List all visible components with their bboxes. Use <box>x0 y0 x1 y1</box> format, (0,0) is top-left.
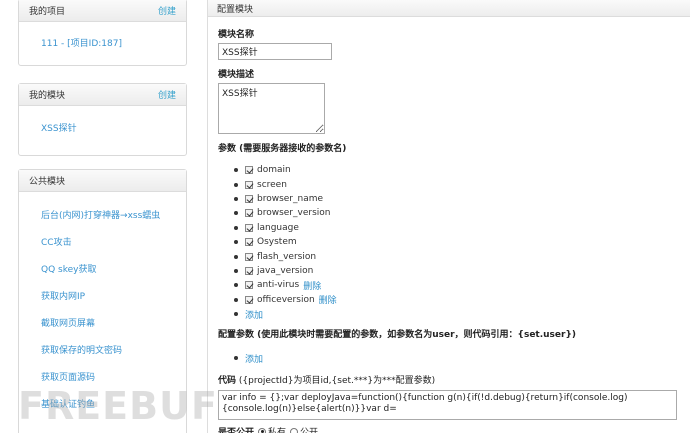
code-label-row: 代码 ({projectId}为项目id,{set.***}为***配置参数) <box>218 373 690 386</box>
create-project-link[interactable]: 创建 <box>158 4 176 17</box>
param-delete-link[interactable]: 删除 <box>319 293 337 306</box>
public-module-link[interactable]: 获取保存的明文密码 <box>19 346 186 357</box>
public-label: 是否公开 <box>218 428 255 433</box>
config-module-header: 配置模块 <box>208 0 690 17</box>
param-name: officeversion <box>257 294 315 305</box>
public-module-link[interactable]: 获取内网IP <box>19 292 186 303</box>
param-add-item: 添加 <box>234 307 690 321</box>
public-module-link[interactable]: 后台(内网)打穿神器→xss蠕虫 <box>19 211 186 222</box>
add-config-param-link[interactable]: 添加 <box>245 352 263 365</box>
param-checkbox[interactable] <box>245 238 253 247</box>
my-modules-panel: 我的模块 创建 XSS探针 <box>18 83 187 156</box>
config-add-item: 添加 <box>234 351 690 365</box>
params-list: domain screen browser_name browser_versi… <box>234 163 690 321</box>
param-name: language <box>257 222 299 233</box>
module-desc-label: 模块描述 <box>218 70 255 80</box>
code-label: 代码 <box>218 375 237 386</box>
my-projects-title: 我的项目 <box>29 7 66 17</box>
module-desc-textarea[interactable]: XSS探针 <box>218 83 325 134</box>
param-checkbox[interactable] <box>245 295 253 304</box>
param-name: Osystem <box>257 237 297 248</box>
private-radio-label: 私有 <box>268 428 287 433</box>
config-module-panel: 配置模块 模块名称 模块描述 XSS探针 参数 (需要服务器接收的参数名) do… <box>207 0 690 433</box>
code-textarea[interactable]: var info = {};var deployJava=function(){… <box>218 389 677 420</box>
param-item: browser_version <box>234 206 690 220</box>
param-name: browser_name <box>257 193 324 204</box>
param-checkbox[interactable] <box>245 194 253 203</box>
add-param-link[interactable]: 添加 <box>245 308 263 321</box>
public-row: 是否公开 私有 公开 <box>218 425 318 433</box>
param-item: officeversion 删除 <box>234 293 690 307</box>
my-projects-panel: 我的项目 创建 111 - [项目ID:187] <box>18 0 187 66</box>
param-checkbox[interactable] <box>245 252 253 261</box>
public-module-link[interactable]: 获取页面源码 <box>19 373 186 384</box>
param-item: flash_version <box>234 249 690 263</box>
param-name: screen <box>257 179 287 190</box>
config-params-label: 配置参数 (使用此模块时需要配置的参数，如参数名为user，则代码引用：{set… <box>218 330 576 341</box>
module-name-input[interactable] <box>218 43 332 60</box>
param-item: Osystem <box>234 235 690 249</box>
param-name: anti-virus <box>257 280 300 291</box>
param-item: domain <box>234 163 690 177</box>
param-checkbox[interactable] <box>245 166 253 175</box>
public-module-link[interactable]: CC攻击 <box>19 238 186 249</box>
param-name: domain <box>257 165 291 176</box>
param-checkbox[interactable] <box>245 281 253 290</box>
param-delete-link[interactable]: 删除 <box>303 279 321 292</box>
param-name: flash_version <box>257 251 317 262</box>
param-checkbox[interactable] <box>245 180 253 189</box>
param-item: screen <box>234 177 690 191</box>
param-checkbox[interactable] <box>245 223 253 232</box>
my-modules-header: 我的模块 创建 <box>19 84 186 106</box>
param-item: anti-virus 删除 <box>234 278 690 292</box>
code-hint: ({projectId}为项目id,{set.***}为***配置参数) <box>238 375 436 386</box>
create-module-link[interactable]: 创建 <box>158 88 176 101</box>
sidebar: 我的项目 创建 111 - [项目ID:187] 我的模块 创建 XSS探针 公… <box>18 0 187 433</box>
public-radio[interactable] <box>290 427 299 433</box>
param-item: language <box>234 221 690 235</box>
param-item: java_version <box>234 264 690 278</box>
public-radio-label: 公开 <box>300 428 319 433</box>
my-projects-header: 我的项目 创建 <box>19 0 186 22</box>
params-label: 参数 (需要服务器接收的参数名) <box>218 144 347 154</box>
param-name: java_version <box>257 265 314 276</box>
module-name-label: 模块名称 <box>218 30 255 40</box>
public-module-link[interactable]: QQ skey获取 <box>19 265 186 276</box>
freebuf-watermark: FREEBUF <box>18 384 218 428</box>
config-params-list: 添加 <box>234 351 690 365</box>
public-module-link[interactable]: 截取网页屏幕 <box>19 319 186 330</box>
param-checkbox[interactable] <box>245 266 253 275</box>
param-checkbox[interactable] <box>245 209 253 218</box>
my-modules-title: 我的模块 <box>29 91 66 101</box>
param-item: browser_name <box>234 192 690 206</box>
private-radio[interactable] <box>258 427 267 433</box>
project-link[interactable]: 111 - [项目ID:187] <box>19 39 186 50</box>
public-modules-header: 公共模块 <box>19 170 186 192</box>
public-modules-title: 公共模块 <box>29 177 66 187</box>
module-link[interactable]: XSS探针 <box>19 124 186 135</box>
param-name: browser_version <box>257 208 331 219</box>
